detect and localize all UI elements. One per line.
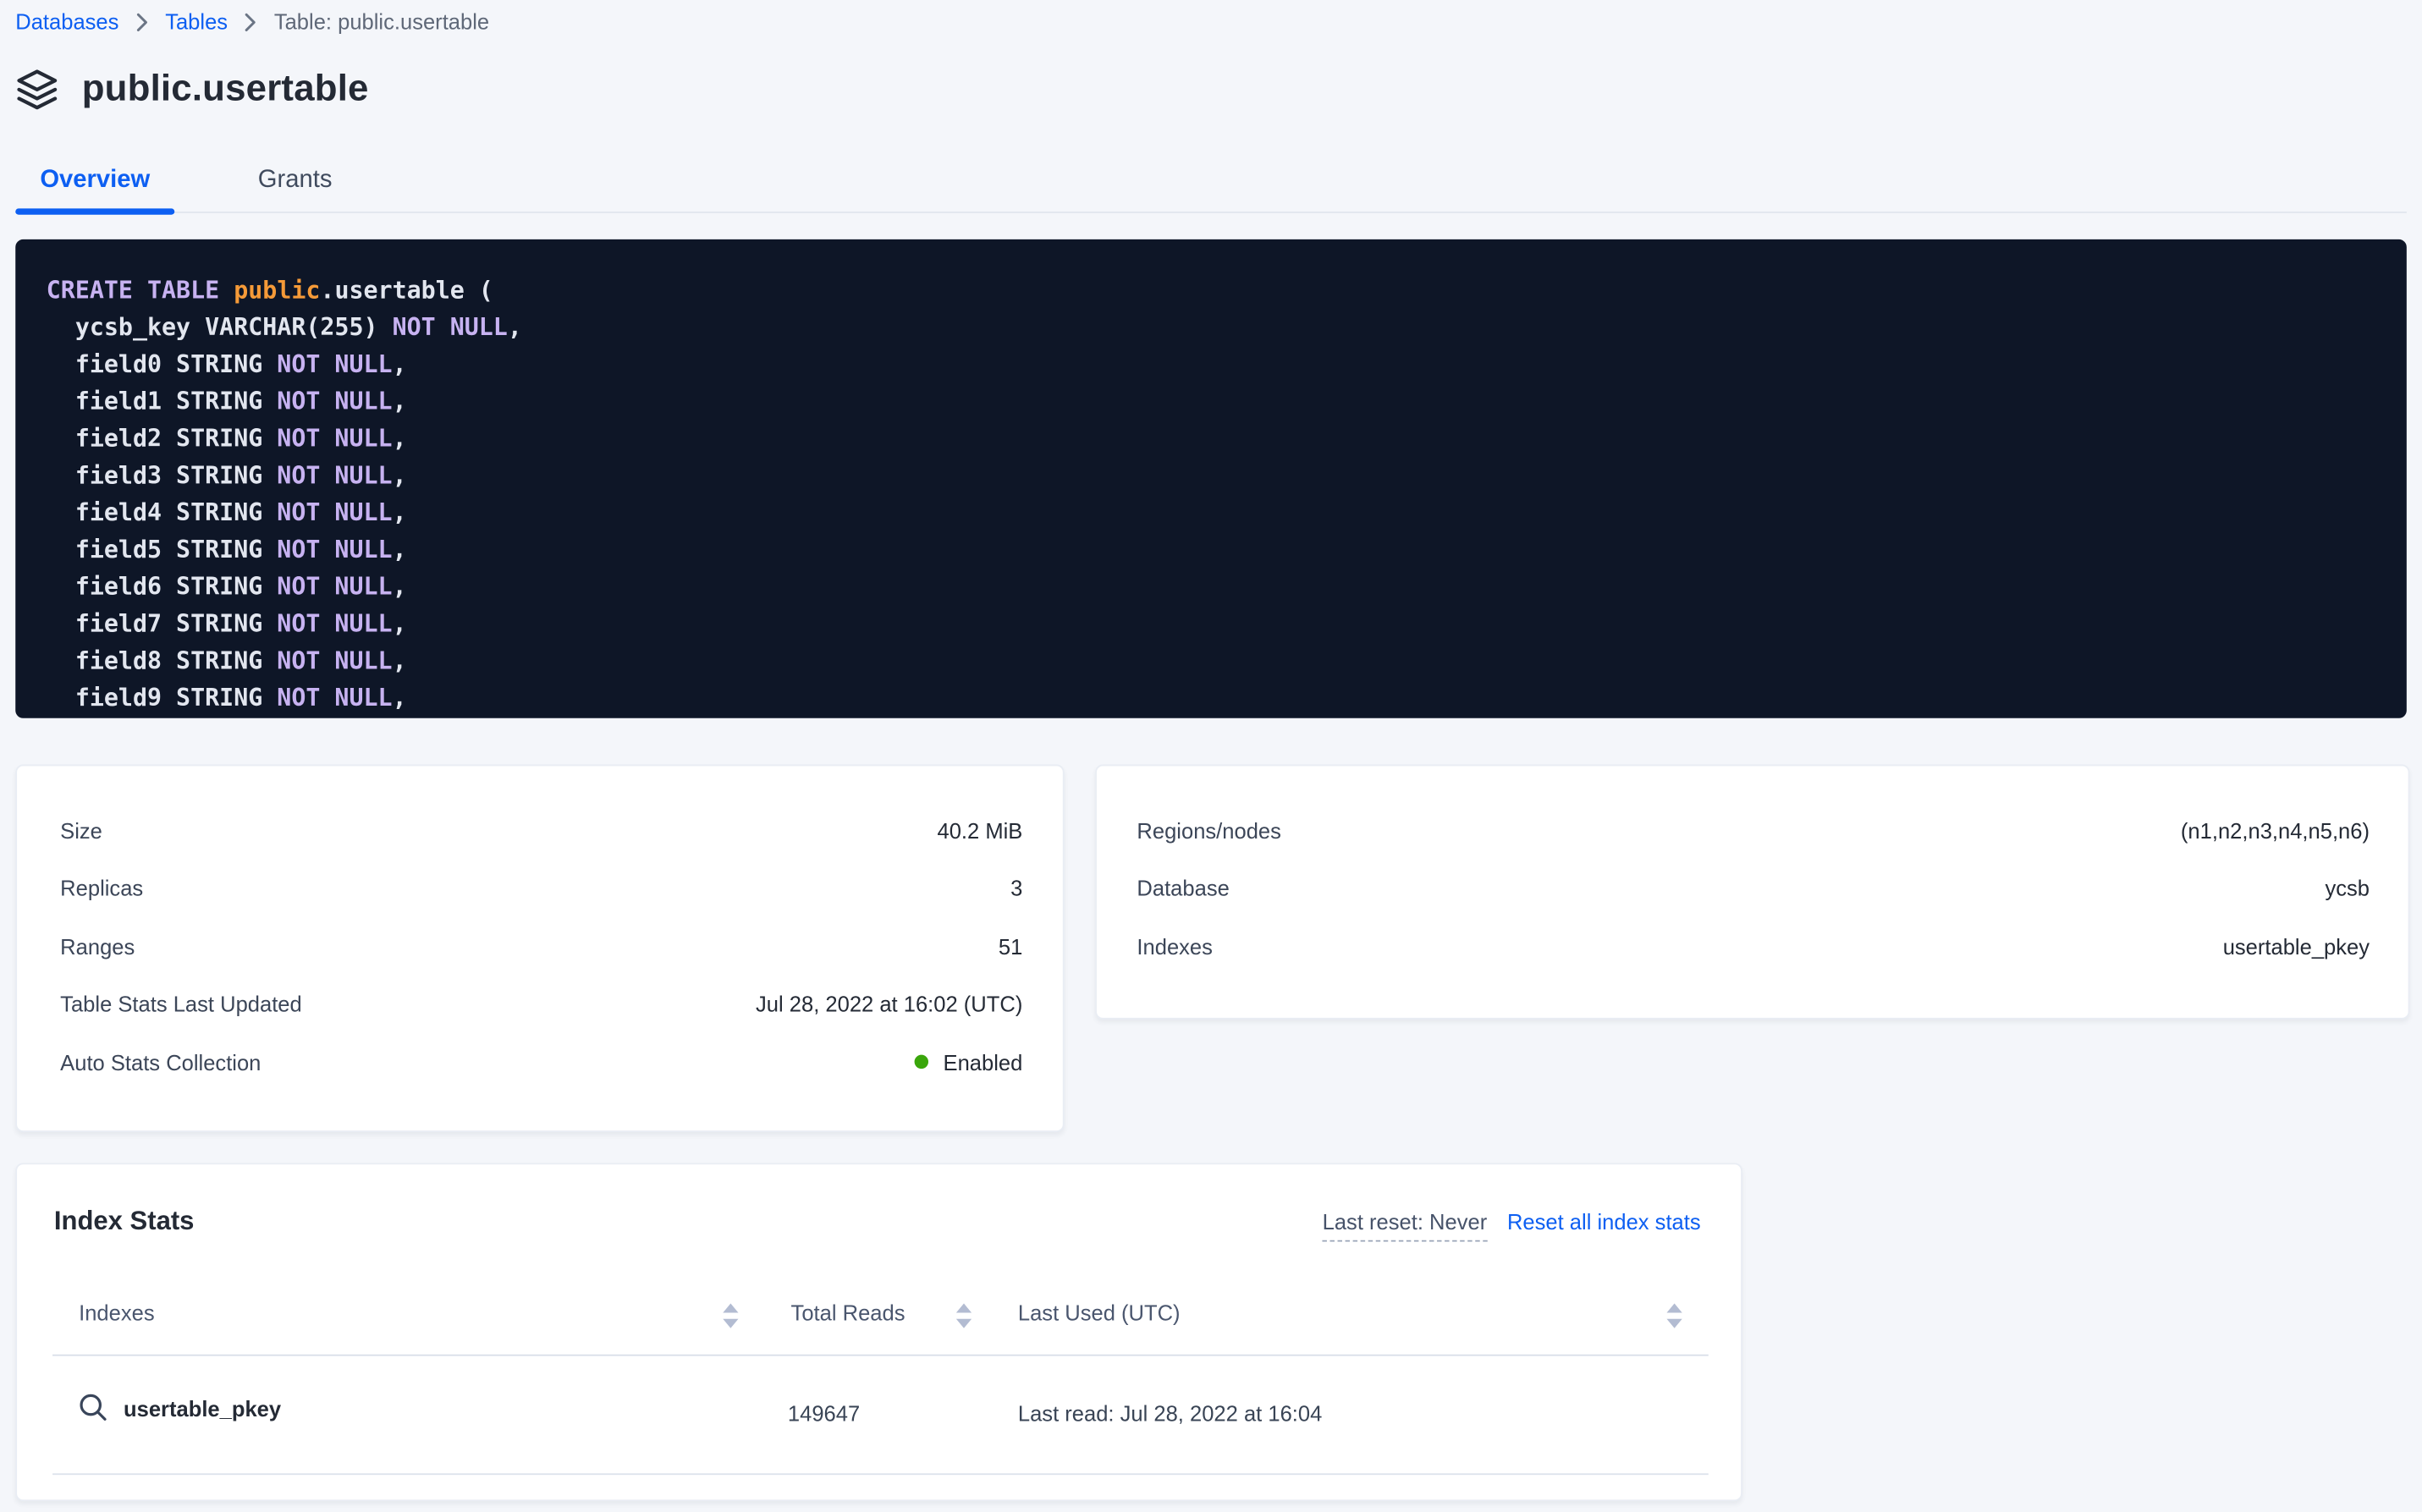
index-stats-title: Index Stats <box>54 1207 195 1238</box>
breadcrumb: Databases Tables Table: public.usertable <box>15 6 489 38</box>
sql-code-line: ycsb_key VARCHAR(255) NOT NULL, <box>47 309 2376 346</box>
table-details-card: Regions/nodes (n1,n2,n3,n4,n5,n6) Database… <box>1095 765 2409 1020</box>
summary-value: usertable_pkey <box>2223 934 2370 959</box>
sql-code-line: CREATE TABLE public.usertable ( <box>47 272 2376 309</box>
summary-value: ycsb <box>2325 876 2370 900</box>
chevron-right-icon <box>245 13 257 33</box>
sql-code-line: field7 STRING NOT NULL, <box>47 606 2376 643</box>
sql-code-line: field9 STRING NOT NULL, <box>47 679 2376 717</box>
index-row-last-used: Last read: Jul 28, 2022 at 16:04 <box>1018 1401 1322 1426</box>
sort-toggle-last-used-icon[interactable] <box>1666 1304 1682 1328</box>
search-icon <box>77 1392 109 1424</box>
summary-label: Size <box>60 818 102 843</box>
summary-label: Replicas <box>60 876 143 900</box>
reset-all-index-stats-link[interactable]: Reset all index stats <box>1507 1209 1701 1234</box>
page-title-row: public.usertable <box>15 68 368 111</box>
table-header-divider <box>52 1355 1709 1356</box>
tab-overview[interactable]: Overview <box>15 153 174 209</box>
summary-label: Indexes <box>1137 934 1213 959</box>
index-stats-meta: Last reset: Never Reset all index stats <box>1323 1209 1701 1241</box>
summary-row-auto-stats-collection: Auto Stats Collection Enabled <box>60 1033 1022 1091</box>
sql-code-line: field4 STRING NOT NULL, <box>47 494 2376 531</box>
sql-code-line: field5 STRING NOT NULL, <box>47 531 2376 569</box>
summary-row-size: Size 40.2 MiB <box>60 801 1022 859</box>
column-header-total-reads[interactable]: Total Reads <box>791 1300 905 1325</box>
summary-value: 51 <box>999 934 1022 959</box>
summary-row-indexes: Indexes usertable_pkey <box>1137 917 2370 975</box>
tab-bar: Overview Grants <box>15 153 383 209</box>
summary-label: Table Stats Last Updated <box>60 992 302 1016</box>
create-table-sql-block: CREATE TABLE public.usertable ( ycsb_key… <box>15 239 2407 718</box>
sort-toggle-total-reads-icon[interactable] <box>956 1304 972 1328</box>
summary-value: Jul 28, 2022 at 16:02 (UTC) <box>756 992 1022 1016</box>
breadcrumb-link-tables[interactable]: Tables <box>165 6 228 38</box>
table-summary-card: Size 40.2 MiB Replicas 3 Ranges 51 Table Stats… <box>15 765 1064 1132</box>
last-reset-label[interactable]: Last reset: Never <box>1323 1209 1488 1241</box>
sql-code-line: field8 STRING NOT NULL, <box>47 642 2376 679</box>
summary-label: Database <box>1137 876 1229 900</box>
summary-value: Enabled <box>914 1050 1022 1075</box>
sql-code-line: field0 STRING NOT NULL, <box>47 346 2376 383</box>
breadcrumb-current: Table: public.usertable <box>274 6 489 38</box>
sql-code-line: field6 STRING NOT NULL, <box>47 569 2376 606</box>
summary-label: Auto Stats Collection <box>60 1050 261 1075</box>
summary-row-replicas: Replicas 3 <box>60 860 1022 917</box>
sql-code-line: field1 STRING NOT NULL, <box>47 383 2376 421</box>
sql-code-line: field2 STRING NOT NULL, <box>47 420 2376 457</box>
summary-row-database: Database ycsb <box>1137 860 2370 917</box>
breadcrumb-link-databases[interactable]: Databases <box>15 6 118 38</box>
summary-label: Ranges <box>60 934 135 959</box>
tab-divider <box>15 212 2407 213</box>
chevron-right-icon <box>136 13 149 33</box>
summary-row-regions-nodes: Regions/nodes (n1,n2,n3,n4,n5,n6) <box>1137 801 2370 859</box>
summary-value: (n1,n2,n3,n4,n5,n6) <box>2181 818 2370 843</box>
index-row-total-reads: 149647 <box>788 1401 860 1426</box>
sort-toggle-indexes-icon[interactable] <box>723 1304 738 1328</box>
page-title: public.usertable <box>82 68 369 111</box>
summary-row-table-stats-last-updated: Table Stats Last Updated Jul 28, 2022 at … <box>60 976 1022 1033</box>
tab-grants[interactable]: Grants <box>207 153 383 209</box>
column-header-indexes[interactable]: Indexes <box>79 1300 155 1325</box>
status-enabled-icon <box>914 1055 928 1069</box>
summary-label: Regions/nodes <box>1137 818 1280 843</box>
sql-code-line: field3 STRING NOT NULL, <box>47 457 2376 494</box>
summary-value: 40.2 MiB <box>938 818 1023 843</box>
summary-value: 3 <box>1010 876 1022 900</box>
index-stats-card: Index Stats Last reset: Never Reset all … <box>15 1163 1742 1501</box>
layers-icon <box>15 68 58 111</box>
index-row-name[interactable]: usertable_pkey <box>77 1392 281 1424</box>
table-row-divider <box>52 1473 1709 1475</box>
table-details-page: Databases Tables Table: public.usertable p… <box>0 0 2422 1512</box>
summary-row-ranges: Ranges 51 <box>60 917 1022 975</box>
active-tab-underline <box>15 208 174 214</box>
column-header-last-used[interactable]: Last Used (UTC) <box>1018 1300 1181 1325</box>
